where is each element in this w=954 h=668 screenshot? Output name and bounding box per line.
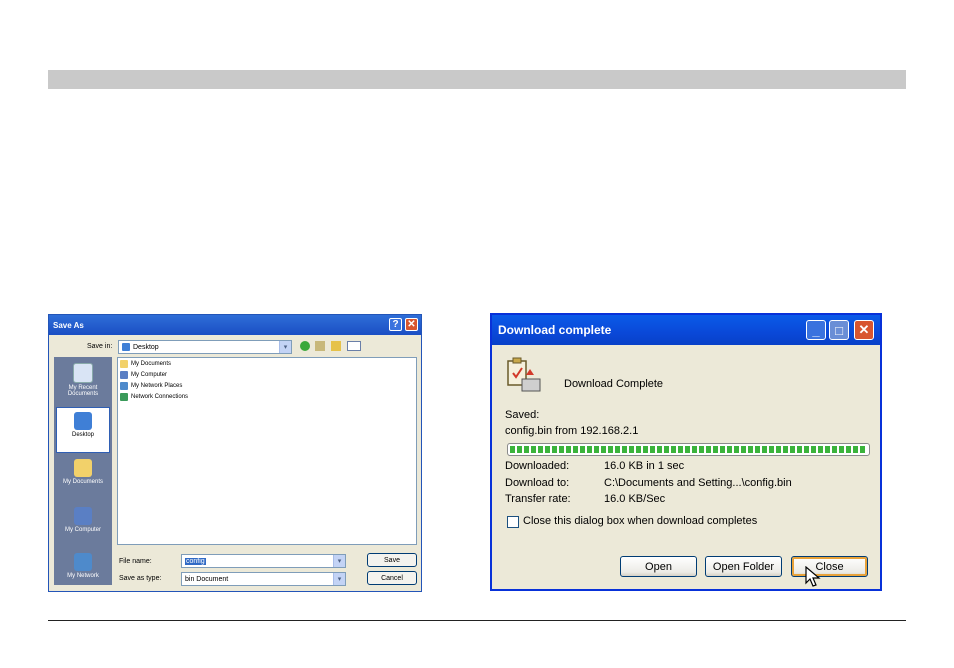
download-complete-icon	[507, 357, 541, 392]
place-label: Desktop	[71, 432, 94, 438]
network-icon	[120, 381, 128, 390]
save-as-title: Save As	[53, 320, 84, 330]
close-on-complete-label: Close this dialog box when download comp…	[523, 515, 758, 527]
list-item[interactable]: Network Connections	[118, 391, 416, 402]
my-network-icon	[74, 553, 92, 571]
list-item-label: Network Connections	[131, 393, 189, 400]
desktop-icon	[74, 412, 92, 430]
transfer-rate-label: Transfer rate:	[505, 493, 571, 505]
page-header-bar	[48, 70, 906, 89]
transfer-rate-value: 16.0 KB/Sec	[604, 493, 666, 505]
maximize-icon: □	[835, 322, 843, 338]
close-icon: ✕	[407, 319, 416, 330]
minimize-button[interactable]: _	[806, 320, 826, 340]
saved-value: config.bin from 192.168.2.1	[505, 425, 639, 437]
close-button[interactable]: ✕	[854, 320, 874, 340]
save-as-type-value: bin Document	[185, 575, 229, 583]
help-icon: ?	[392, 319, 399, 330]
list-item-label: My Documents	[131, 360, 172, 367]
help-button[interactable]: ?	[389, 318, 402, 331]
page-footer-rule	[48, 620, 906, 621]
open-button[interactable]: Open	[620, 556, 697, 577]
place-label: My Computer	[64, 527, 101, 533]
back-icon[interactable]	[300, 341, 310, 351]
saved-label: Saved:	[505, 409, 540, 421]
download-complete-dialog: Download complete _ □ ✕ Download Complet…	[490, 313, 882, 591]
close-dialog-button[interactable]: Close	[791, 556, 868, 577]
download-titlebar[interactable]: Download complete _ □ ✕	[492, 315, 880, 345]
downloaded-value: 16.0 KB in 1 sec	[604, 460, 685, 472]
up-folder-icon[interactable]	[315, 341, 325, 351]
list-item[interactable]: My Network Places	[118, 380, 416, 391]
close-on-complete-checkbox[interactable]	[507, 516, 519, 528]
file-name-input[interactable]: config ▾	[181, 554, 346, 568]
save-as-dialog: Save As ? ✕ Save in: Desktop ▾ My Recent…	[48, 314, 422, 592]
download-to-label: Download to:	[505, 477, 570, 489]
list-item[interactable]: My Documents	[118, 358, 416, 369]
minimize-icon: _	[812, 322, 820, 338]
file-list[interactable]: My Documents My Computer My Network Plac…	[117, 357, 417, 545]
desktop-small-icon	[122, 343, 130, 351]
recent-documents-icon	[73, 363, 93, 383]
views-menu-icon[interactable]	[347, 341, 361, 351]
my-documents-icon	[74, 459, 92, 477]
chevron-down-icon[interactable]: ▾	[333, 573, 345, 585]
save-in-label: Save in:	[87, 343, 113, 350]
network-connections-icon	[120, 392, 128, 401]
open-folder-button[interactable]: Open Folder	[705, 556, 782, 577]
places-bar: My Recent Documents Desktop My Documents…	[54, 357, 112, 585]
file-name-label: File name:	[119, 558, 152, 565]
computer-icon	[120, 370, 128, 379]
save-as-type-label: Save as type:	[119, 575, 162, 582]
maximize-button[interactable]: □	[829, 320, 849, 340]
downloaded-label: Downloaded:	[505, 460, 570, 472]
place-label: My Documents	[62, 479, 103, 485]
save-as-type-dropdown[interactable]: bin Document ▾	[181, 572, 346, 586]
mouse-cursor-icon	[805, 566, 821, 587]
save-in-value: Desktop	[133, 343, 159, 351]
folder-icon	[120, 359, 128, 368]
download-heading: Download Complete	[564, 378, 664, 390]
close-icon: ✕	[858, 322, 870, 337]
place-my-documents[interactable]: My Documents	[56, 455, 110, 501]
cancel-button[interactable]: Cancel	[367, 571, 417, 585]
place-label: My Recent Documents	[67, 385, 99, 397]
save-in-dropdown[interactable]: Desktop ▾	[118, 340, 292, 354]
list-item[interactable]: My Computer	[118, 369, 416, 380]
download-title: Download complete	[498, 323, 612, 337]
chevron-down-icon[interactable]: ▾	[279, 341, 291, 353]
place-my-network[interactable]: My Network	[56, 549, 110, 595]
progress-fill	[510, 446, 867, 453]
file-name-value: config	[185, 557, 206, 565]
place-my-computer[interactable]: My Computer	[56, 503, 110, 549]
list-item-label: My Computer	[131, 371, 168, 378]
my-computer-icon	[74, 507, 92, 525]
download-progress-bar	[507, 443, 870, 456]
download-to-value: C:\Documents and Setting...\config.bin	[604, 477, 792, 489]
new-folder-icon[interactable]	[331, 341, 341, 351]
list-item-label: My Network Places	[131, 382, 183, 389]
save-as-titlebar[interactable]: Save As ? ✕	[49, 315, 421, 335]
chevron-down-icon[interactable]: ▾	[333, 555, 345, 567]
close-button[interactable]: ✕	[405, 318, 418, 331]
place-desktop[interactable]: Desktop	[56, 407, 110, 453]
place-recent-documents[interactable]: My Recent Documents	[56, 359, 110, 405]
place-label: My Network	[67, 573, 99, 579]
save-button[interactable]: Save	[367, 553, 417, 567]
